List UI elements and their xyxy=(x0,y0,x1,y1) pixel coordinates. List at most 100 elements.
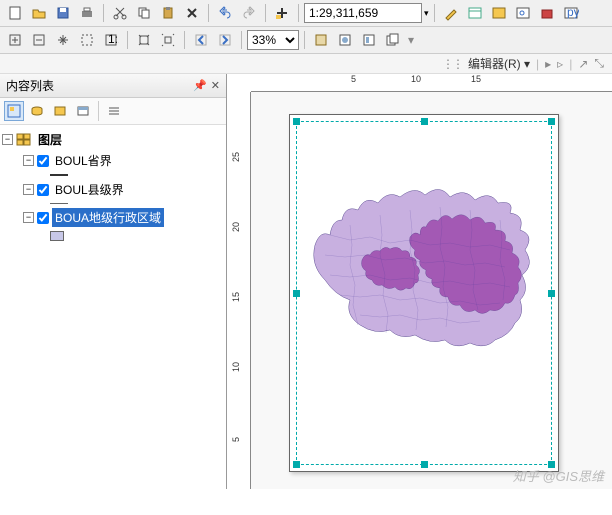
separator xyxy=(434,4,435,22)
pin-icon[interactable]: 📌 xyxy=(193,79,207,92)
layer-label[interactable]: BOUA地级行政区域 xyxy=(52,208,164,227)
cut-icon[interactable] xyxy=(109,2,131,24)
ruler-tick: 20 xyxy=(231,222,241,232)
zoom-100-icon[interactable]: 1:1 xyxy=(100,29,122,51)
resize-handle[interactable] xyxy=(421,461,428,468)
ruler-tick: 5 xyxy=(351,74,356,84)
scale-dropdown-icon[interactable]: ▾ xyxy=(424,8,429,19)
list-by-selection-icon[interactable] xyxy=(73,101,93,121)
collapse-icon[interactable]: − xyxy=(23,184,34,195)
ruler-tick: 25 xyxy=(231,152,241,162)
layout-page[interactable] xyxy=(289,114,559,472)
collapse-icon[interactable]: − xyxy=(2,134,13,145)
undo-icon[interactable] xyxy=(214,2,236,24)
full-extent-page-icon[interactable] xyxy=(76,29,98,51)
resize-handle[interactable] xyxy=(293,461,300,468)
toolbar-overflow-icon[interactable]: ▾ xyxy=(408,33,414,47)
separator xyxy=(241,31,242,49)
new-icon[interactable] xyxy=(4,2,26,24)
layout-canvas[interactable]: 知乎 @GIS思维 xyxy=(251,92,612,489)
layer-label[interactable]: BOUL县级界 xyxy=(52,180,127,199)
layer-tree: − 图层 − BOUL省界 − BOUL县级界 − xyxy=(0,125,226,245)
layer-symbol[interactable] xyxy=(50,203,68,204)
fixed-zoom-in-icon[interactable] xyxy=(133,29,155,51)
zoom-select[interactable]: 33% xyxy=(247,30,299,50)
zoom-out-tool-icon[interactable] xyxy=(28,29,50,51)
toc-header: 内容列表 📌 ✕ xyxy=(0,74,226,98)
python-icon[interactable]: py xyxy=(560,2,582,24)
ruler-tick: 10 xyxy=(411,74,421,84)
resize-handle[interactable] xyxy=(293,290,300,297)
open-icon[interactable] xyxy=(28,2,50,24)
scale-input[interactable] xyxy=(304,3,422,23)
copy-icon[interactable] xyxy=(133,2,155,24)
list-by-source-icon[interactable] xyxy=(27,101,47,121)
resize-handle[interactable] xyxy=(293,118,300,125)
next-extent-icon[interactable] xyxy=(214,29,236,51)
split-icon[interactable]: ↗ xyxy=(578,57,588,71)
editor-menu[interactable]: 编辑器(R) ▾ xyxy=(468,55,530,72)
separator xyxy=(298,4,299,22)
data-driven-pages-icon[interactable] xyxy=(382,29,404,51)
add-data-icon[interactable] xyxy=(271,2,293,24)
toolbox-icon[interactable] xyxy=(536,2,558,24)
print-icon[interactable] xyxy=(76,2,98,24)
toc-title: 内容列表 xyxy=(6,77,54,94)
layer-checkbox[interactable] xyxy=(37,155,49,167)
map-content xyxy=(300,175,548,375)
list-by-drawing-icon[interactable] xyxy=(4,101,24,121)
close-icon[interactable]: ✕ xyxy=(211,79,220,92)
toolbar-grip-icon[interactable]: ⋮⋮ xyxy=(442,57,462,71)
horizontal-ruler: 5 10 15 xyxy=(251,74,612,92)
change-layout-icon[interactable] xyxy=(358,29,380,51)
separator xyxy=(208,4,209,22)
svg-text:1:1: 1:1 xyxy=(108,32,119,46)
dataframe-label[interactable]: 图层 xyxy=(35,130,65,149)
edit-vertices-icon[interactable]: ▹ xyxy=(557,57,563,71)
toc-icon[interactable] xyxy=(464,2,486,24)
ruler-tick: 10 xyxy=(231,362,241,372)
save-icon[interactable] xyxy=(52,2,74,24)
layer-label[interactable]: BOUL省界 xyxy=(52,151,115,170)
layer-checkbox[interactable] xyxy=(37,184,49,196)
editor-toolbar: ⋮⋮ 编辑器(R) ▾ | ▸ ▹ | ↗ ⤡ xyxy=(0,54,612,74)
resize-handle[interactable] xyxy=(548,118,555,125)
collapse-icon[interactable]: − xyxy=(23,212,34,223)
editor-toolbar-icon[interactable] xyxy=(440,2,462,24)
reshape-icon[interactable]: ⤡ xyxy=(594,56,604,71)
separator xyxy=(103,4,104,22)
list-by-visibility-icon[interactable] xyxy=(50,101,70,121)
watermark: 知乎 @GIS思维 xyxy=(513,466,604,485)
separator xyxy=(265,4,266,22)
resize-handle[interactable] xyxy=(421,118,428,125)
layer-symbol[interactable] xyxy=(50,174,68,176)
layer-checkbox[interactable] xyxy=(37,212,49,224)
paste-icon[interactable] xyxy=(157,2,179,24)
collapse-icon[interactable]: − xyxy=(23,155,34,166)
pan-icon[interactable] xyxy=(52,29,74,51)
fixed-zoom-out-icon[interactable] xyxy=(157,29,179,51)
layout-toolbar: 1:1 33% ▾ xyxy=(0,27,612,54)
dataframe-icon xyxy=(16,133,32,147)
ruler-tick: 15 xyxy=(471,74,481,84)
separator xyxy=(184,31,185,49)
toc-panel: 内容列表 📌 ✕ − 图层 − BOUL省界 xyxy=(0,74,227,489)
main-area: 内容列表 📌 ✕ − 图层 − BOUL省界 xyxy=(0,74,612,489)
edit-tool-icon[interactable]: ▸ xyxy=(545,57,551,71)
toggle-draft-icon[interactable] xyxy=(310,29,332,51)
resize-handle[interactable] xyxy=(548,290,555,297)
ruler-tick: 15 xyxy=(231,292,241,302)
delete-icon[interactable] xyxy=(181,2,203,24)
separator xyxy=(304,31,305,49)
search-window-icon[interactable] xyxy=(512,2,534,24)
separator xyxy=(127,31,128,49)
options-icon[interactable] xyxy=(104,101,124,121)
focus-dataframe-icon[interactable] xyxy=(334,29,356,51)
vertical-ruler: 25 20 15 10 5 xyxy=(227,92,251,489)
catalog-icon[interactable] xyxy=(488,2,510,24)
zoom-in-tool-icon[interactable] xyxy=(4,29,26,51)
redo-icon[interactable] xyxy=(238,2,260,24)
ruler-tick: 5 xyxy=(231,437,241,442)
prev-extent-icon[interactable] xyxy=(190,29,212,51)
layer-symbol[interactable] xyxy=(50,231,64,241)
